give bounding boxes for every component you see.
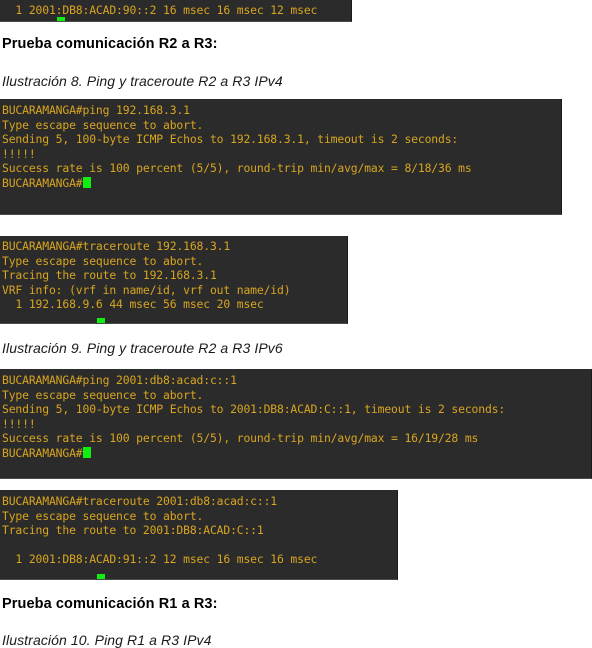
terminal-cursor — [97, 318, 105, 323]
terminal-cursor — [97, 574, 105, 579]
terminal-ping-ipv6: BUCARAMANGA#ping 2001:db8:acad:c::1 Type… — [0, 369, 592, 479]
heading-prueba-r2-r3: Prueba comunicación R2 a R3: — [2, 36, 218, 52]
terminal-line: Type escape sequence to abort. — [2, 508, 204, 523]
terminal-traceroute-ipv4: BUCARAMANGA#traceroute 192.168.3.1 Type … — [0, 236, 348, 324]
terminal-line: 1 2001:DB8:ACAD:91::2 12 msec 16 msec 16… — [2, 552, 318, 567]
heading-prueba-r1-r3: Prueba comunicación R1 a R3: — [2, 596, 218, 612]
terminal-line: !!!!! — [2, 146, 36, 161]
terminal-line: 1 192.168.9.6 44 msec 56 msec 20 msec — [2, 297, 264, 312]
terminal-line: Type escape sequence to abort. — [2, 387, 204, 402]
terminal-line: Tracing the route to 192.168.3.1 — [2, 268, 217, 283]
terminal-line-with-cursor: BUCARAMANGA# — [2, 446, 591, 461]
terminal-traceroute-ipv6-top: 1 2001:DB8:ACAD:90::2 16 msec 16 msec 12… — [0, 0, 352, 22]
terminal-line: Type escape sequence to abort. — [2, 117, 204, 132]
document-page: 1 2001:DB8:ACAD:90::2 16 msec 16 msec 12… — [0, 0, 592, 648]
terminal-line: 1 2001:DB8:ACAD:90::2 16 msec 16 msec 12… — [2, 3, 318, 17]
terminal-line: BUCARAMANGA#traceroute 2001:db8:acad:c::… — [2, 494, 278, 508]
terminal-prompt: BUCARAMANGA# — [2, 445, 83, 460]
terminal-line: BUCARAMANGA#ping 2001:db8:acad:c::1 — [2, 373, 237, 387]
terminal-line: BUCARAMANGA#ping 192.168.3.1 — [2, 103, 190, 117]
terminal-line: Type escape sequence to abort. — [2, 253, 204, 268]
terminal-line: Tracing the route to 2001:DB8:ACAD:C::1 — [2, 523, 264, 538]
terminal-cursor — [57, 17, 65, 21]
terminal-line: Sending 5, 100-byte ICMP Echos to 192.16… — [2, 132, 459, 147]
terminal-traceroute-ipv6: BUCARAMANGA#traceroute 2001:db8:acad:c::… — [0, 490, 398, 580]
terminal-prompt: BUCARAMANGA# — [2, 175, 83, 190]
terminal-cursor — [82, 176, 91, 188]
terminal-line: Sending 5, 100-byte ICMP Echos to 2001:D… — [2, 402, 506, 417]
terminal-ping-ipv4: BUCARAMANGA#ping 192.168.3.1 Type escape… — [0, 99, 562, 215]
terminal-cursor — [82, 446, 91, 458]
terminal-line: Success rate is 100 percent (5/5), round… — [2, 161, 472, 176]
caption-ilustracion-8: Ilustración 8. Ping y traceroute R2 a R3… — [2, 73, 283, 89]
caption-ilustracion-9: Ilustración 9. Ping y traceroute R2 a R3… — [2, 340, 283, 356]
terminal-line: VRF info: (vrf in name/id, vrf out name/… — [2, 282, 291, 297]
terminal-line-with-cursor: BUCARAMANGA# — [2, 176, 561, 191]
terminal-line: Success rate is 100 percent (5/5), round… — [2, 431, 479, 446]
terminal-line: !!!!! — [2, 416, 36, 431]
terminal-line: BUCARAMANGA#traceroute 192.168.3.1 — [2, 239, 231, 253]
